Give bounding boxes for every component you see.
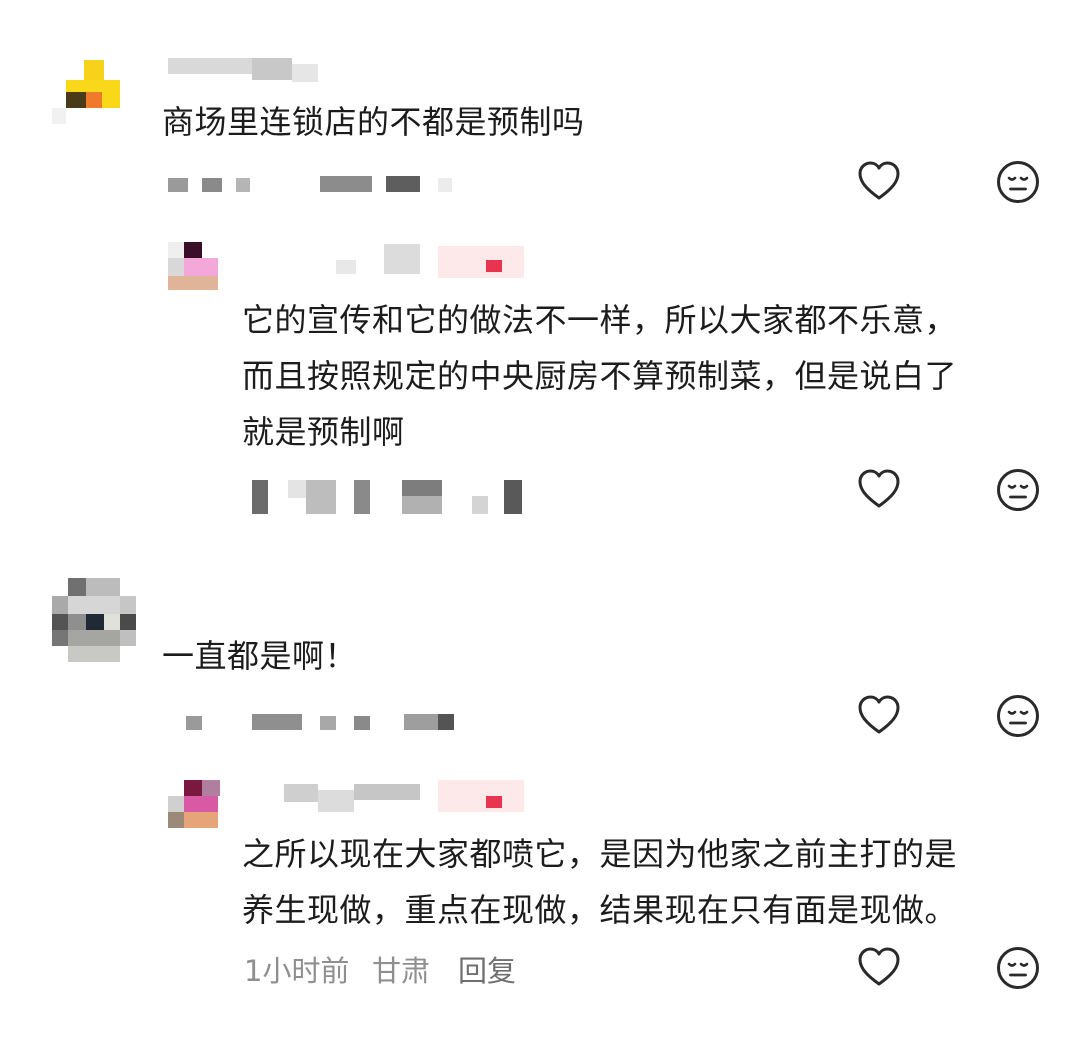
heart-icon bbox=[858, 469, 900, 508]
like-button[interactable] bbox=[855, 466, 903, 514]
username-redacted[interactable] bbox=[284, 778, 524, 814]
username-redacted[interactable] bbox=[326, 244, 526, 280]
reply-time: 1小时前 bbox=[244, 954, 350, 988]
dislike-button[interactable] bbox=[994, 466, 1042, 514]
reply-button[interactable]: 回复 bbox=[458, 948, 516, 990]
heart-icon bbox=[858, 947, 900, 986]
reply-line: 它的宣传和它的做法不一样，所以大家都不乐意， bbox=[242, 301, 958, 339]
meh-face-icon bbox=[997, 161, 1039, 203]
like-button[interactable] bbox=[855, 158, 903, 206]
meh-face-icon bbox=[997, 469, 1039, 511]
reply-line: 而且按照规定的中央厨房不算预制菜，但是说白了 bbox=[242, 357, 958, 395]
comment-meta-redacted bbox=[186, 714, 456, 732]
meh-face-icon bbox=[997, 947, 1039, 989]
avatar[interactable] bbox=[168, 240, 220, 292]
comment-text: 商场里连锁店的不都是预制吗 bbox=[162, 103, 585, 141]
avatar[interactable] bbox=[52, 578, 136, 664]
dislike-button[interactable] bbox=[994, 158, 1042, 206]
dislike-button[interactable] bbox=[994, 692, 1042, 740]
reply-line: 养生现做，重点在现做，结果现在只有面是现做。 bbox=[242, 891, 958, 929]
like-button[interactable] bbox=[855, 944, 903, 992]
meh-face-icon bbox=[997, 695, 1039, 737]
reply-location: 甘肃 bbox=[372, 954, 431, 988]
reply-line: 之所以现在大家都喷它，是因为他家之前主打的是 bbox=[242, 835, 958, 873]
comment-text: 一直都是啊！ bbox=[162, 637, 358, 675]
username-redacted[interactable] bbox=[168, 58, 318, 88]
avatar[interactable] bbox=[52, 56, 124, 128]
comment-meta-redacted bbox=[168, 176, 458, 194]
reply-meta-redacted bbox=[252, 480, 524, 514]
dislike-button[interactable] bbox=[994, 944, 1042, 992]
reply-line: 就是预制啊 bbox=[242, 413, 405, 451]
reply-text: 它的宣传和它的做法不一样，所以大家都不乐意， 而且按照规定的中央厨房不算预制菜，… bbox=[242, 292, 957, 460]
heart-icon bbox=[858, 161, 900, 200]
reply-text: 之所以现在大家都喷它，是因为他家之前主打的是 养生现做，重点在现做，结果现在只有… bbox=[242, 826, 957, 938]
avatar[interactable] bbox=[168, 780, 220, 830]
like-button[interactable] bbox=[855, 692, 903, 740]
heart-icon bbox=[858, 695, 900, 734]
